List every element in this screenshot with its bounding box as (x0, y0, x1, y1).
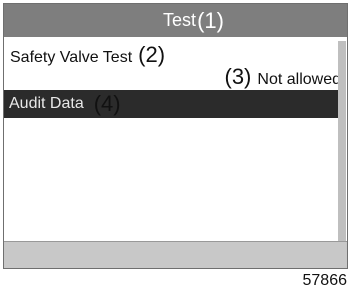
status-callout: (3) (224, 64, 252, 89)
title-callout: (1) (197, 7, 224, 33)
footer-bar (4, 241, 347, 268)
scrollbar[interactable] (338, 41, 346, 241)
audit-data-callout: (4) (93, 91, 121, 116)
menu-item-safety-valve-test[interactable]: Safety Valve Test (2) (10, 42, 165, 68)
screen-title: Test (163, 10, 197, 30)
status-text: Not allowed (257, 71, 341, 88)
audit-data-label: Audit Data (9, 95, 84, 112)
controller-screen: Test (1) Safety Valve Test (2) (3) Not all… (3, 3, 348, 269)
title-bar: Test (1) (4, 4, 347, 37)
figure-id: 57866 (302, 272, 348, 289)
safety-valve-test-status: (3) Not allowed (225, 64, 342, 90)
safety-valve-test-callout: (2) (138, 42, 166, 67)
safety-valve-test-label: Safety Valve Test (10, 49, 133, 66)
menu-item-audit-data[interactable]: Audit Data (4) (4, 90, 338, 118)
